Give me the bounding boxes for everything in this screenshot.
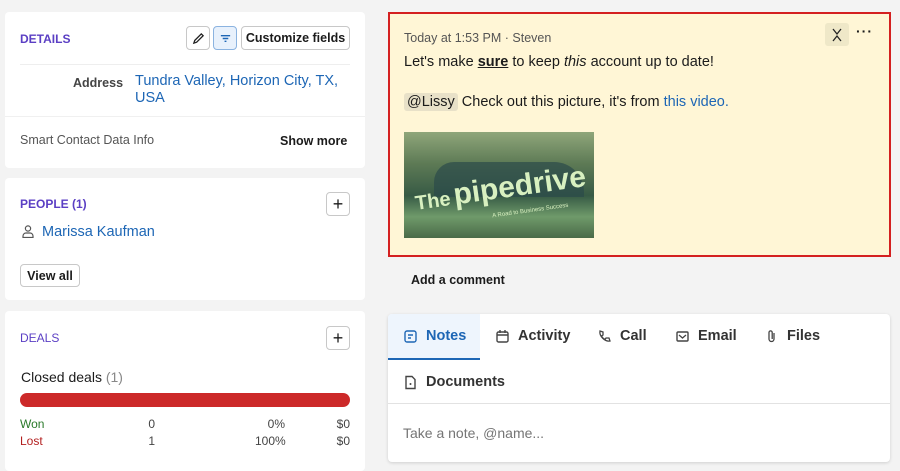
- deal-won-amount: $0: [336, 417, 350, 431]
- deal-lost-label: Lost: [20, 434, 43, 448]
- calendar-icon: [496, 329, 509, 343]
- closed-deals-label: Closed deals (1): [21, 369, 123, 385]
- composer-card: Notes Activity Call Email Files Documents: [388, 314, 890, 462]
- address-value[interactable]: Tundra Valley, Horizon City, TX, USA: [135, 73, 345, 107]
- people-card: PEOPLE (1) + Marissa Kaufman View all: [5, 178, 365, 300]
- video-link[interactable]: this video.: [664, 94, 729, 110]
- divider: [388, 403, 890, 404]
- filter-button[interactable]: [213, 26, 237, 50]
- deal-won-pct: 0%: [267, 417, 285, 431]
- deals-title: DEALS: [20, 331, 60, 345]
- tab-documents[interactable]: Documents: [403, 360, 505, 404]
- edit-button[interactable]: [186, 26, 210, 50]
- people-title: PEOPLE (1): [20, 197, 87, 211]
- tab-files[interactable]: Files: [764, 314, 820, 358]
- note-input[interactable]: [403, 418, 873, 448]
- note-line-2: @Lissy Check out this picture, it's from…: [404, 93, 729, 111]
- tab-label: Activity: [518, 328, 571, 344]
- add-comment-button[interactable]: Add a comment: [411, 273, 505, 287]
- note-image[interactable]: The pipedrive A Road to Business Success: [404, 132, 594, 238]
- deals-card: DEALS + Closed deals (1) Won 0 0% $0 Lost 1 10…: [5, 311, 365, 471]
- phone-icon: [599, 329, 611, 342]
- deal-lost-count: 1: [148, 434, 155, 448]
- view-all-button[interactable]: View all: [20, 264, 80, 287]
- tab-label: Email: [698, 328, 737, 344]
- details-title: DETAILS: [20, 32, 71, 46]
- smart-contact-label: Smart Contact Data Info: [20, 133, 155, 147]
- paperclip-icon: [768, 329, 775, 342]
- tab-activity[interactable]: Activity: [495, 314, 570, 358]
- collapse-button[interactable]: [825, 23, 849, 46]
- closed-deals-count: (1): [105, 369, 123, 385]
- add-deal-button[interactable]: +: [326, 326, 350, 350]
- tab-label: Documents: [426, 374, 505, 390]
- deal-won-label: Won: [20, 417, 45, 431]
- deals-progress-bar: [20, 393, 350, 407]
- pencil-icon: [192, 32, 204, 44]
- deal-lost-amount: $0: [336, 434, 350, 448]
- divider: [5, 116, 365, 117]
- filter-icon: [220, 34, 230, 42]
- person-icon: [22, 225, 34, 238]
- lost-fill: [20, 393, 350, 407]
- collapse-icon: [832, 28, 842, 41]
- divider: [20, 64, 350, 65]
- tab-notes[interactable]: Notes: [403, 314, 466, 358]
- tab-email[interactable]: Email: [675, 314, 737, 358]
- address-label: Address: [73, 76, 124, 90]
- details-card: DETAILS Customize fields Address Tundra …: [5, 12, 365, 168]
- deal-lost-pct: 100%: [255, 434, 286, 448]
- document-icon: [405, 375, 416, 389]
- tab-label: Files: [787, 328, 821, 344]
- email-icon: [676, 330, 689, 342]
- deal-won-count: 0: [148, 417, 155, 431]
- person-link[interactable]: Marissa Kaufman: [42, 224, 155, 240]
- mention-tag[interactable]: @Lissy: [404, 93, 458, 111]
- tab-label: Notes: [426, 328, 467, 344]
- more-options-icon[interactable]: ···: [856, 23, 873, 39]
- add-person-button[interactable]: +: [326, 192, 350, 216]
- closed-deals-text: Closed deals: [21, 369, 102, 385]
- tab-call[interactable]: Call: [597, 314, 647, 358]
- show-more-button[interactable]: Show more: [280, 134, 347, 148]
- note-icon: [404, 329, 417, 343]
- tab-label: Call: [620, 328, 647, 344]
- note-line-1: Let's make sure to keep this account up …: [404, 54, 714, 70]
- note-card: Today at 1:53 PM · Steven ··· Let's make…: [388, 12, 891, 257]
- note-meta: Today at 1:53 PM · Steven: [404, 31, 552, 45]
- customize-fields-button[interactable]: Customize fields: [241, 26, 350, 50]
